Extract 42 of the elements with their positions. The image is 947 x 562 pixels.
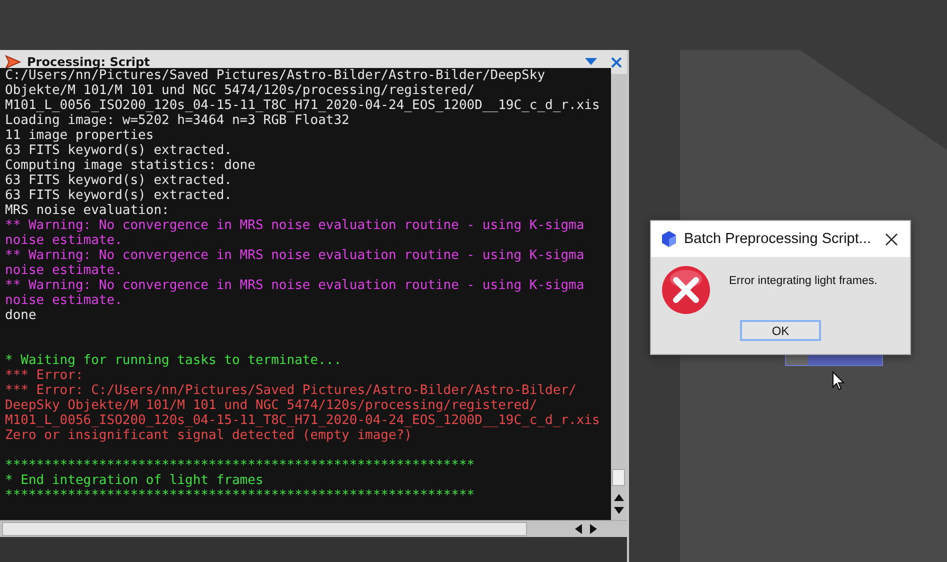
console-line: * Waiting for running tasks to terminate... (5, 353, 343, 368)
cube-logo-icon (661, 230, 677, 248)
console-line: * End integration of light frames (5, 473, 264, 488)
mouse-cursor-icon (832, 371, 845, 391)
error-message: Error integrating light frames. (729, 275, 878, 287)
console-line: Loading image: w=5202 h=3464 n=3 RGB Float32 (5, 113, 350, 128)
console-line: M101_L_0056_ISO200_120s_04-15-11_T8C_H71_2020-04-24_EOS_1200D__19C_c_d_r.xis (5, 98, 601, 113)
console-line: 11 image properties (5, 128, 155, 143)
vertical-scrollbar[interactable] (611, 74, 627, 520)
console-line: ** Warning: No convergence in MRS noise evaluation routine - using K-sigma (5, 278, 586, 293)
console-line: 63 FITS keyword(s) extracted. (5, 173, 233, 188)
console-line: ************************************************************ (5, 458, 476, 473)
scrollbar-thumb[interactable] (612, 469, 625, 486)
window-title: Processing: Script (27, 55, 150, 69)
console-line: ** Warning: No convergence in MRS noise evaluation routine - using K-sigma (5, 218, 586, 233)
console-line: *** Error: C:/Users/nn/Pictures/Saved Pictures/Astro-Bilder/Astro-Bilder/ (5, 383, 578, 398)
scroll-down-icon[interactable] (614, 507, 624, 514)
console-line: 63 FITS keyword(s) extracted. (5, 143, 233, 158)
console-line: noise estimate. (5, 263, 124, 278)
console-line: C:/Users/nn/Pictures/Saved Pictures/Astro-Bilder/Astro-Bilder/DeepSky (5, 68, 546, 83)
error-icon (661, 265, 711, 315)
console-line: noise estimate. (5, 293, 124, 308)
horizontal-scrollbar[interactable] (0, 520, 627, 537)
dialog-title: Batch Preprocessing Script... (684, 231, 871, 247)
close-icon[interactable] (885, 232, 898, 246)
console-line: Zero or insignificant signal detected (empty image?) (5, 428, 413, 443)
dropdown-icon[interactable] (585, 58, 597, 66)
console-line: done (5, 308, 38, 323)
console-line: ** Warning: No convergence in MRS noise evaluation routine - using K-sigma (5, 248, 586, 263)
scroll-up-icon[interactable] (614, 494, 624, 501)
console-line: M101_L_0056_ISO200_120s_04-15-11_T8C_H71_2020-04-24_EOS_1200D__19C_c_d_r.xis (5, 413, 601, 428)
console-line: DeepSky Objekte/M 101/M 101 und NGC 5474/120s/processing/registered/ (5, 398, 538, 413)
console-line: Objekte/M 101/M 101 und NGC 5474/120s/processing/registered/ (5, 83, 476, 98)
scroll-right-icon[interactable] (590, 524, 597, 534)
scroll-left-icon[interactable] (575, 524, 582, 534)
console-line: *** Error: (5, 368, 84, 383)
console-line: Computing image statistics: done (5, 158, 256, 173)
ok-button[interactable]: OK (740, 320, 821, 341)
console-line: 63 FITS keyword(s) extracted. (5, 188, 233, 203)
console-line: ************************************************************ (5, 488, 476, 503)
console-line: MRS noise evaluation: (5, 203, 170, 218)
console-line: noise estimate. (5, 233, 124, 248)
